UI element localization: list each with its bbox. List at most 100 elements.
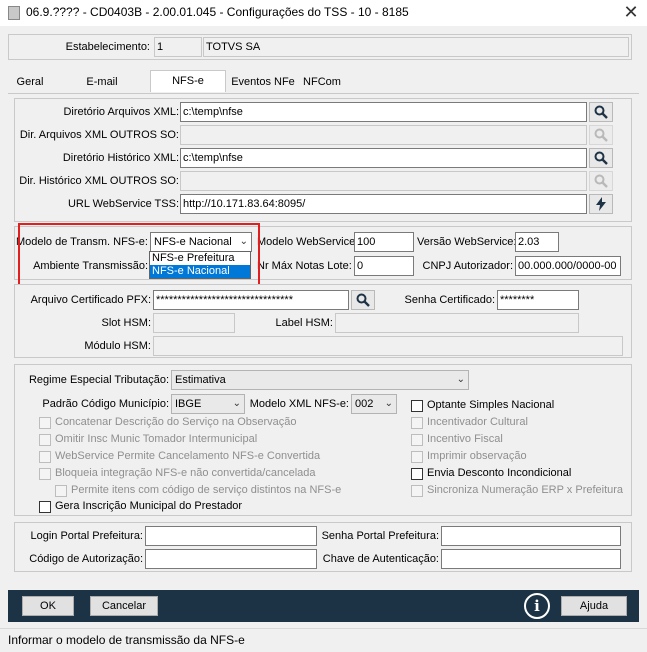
xml-model-label: Modelo XML NFS-e: bbox=[249, 398, 349, 410]
tab-eventos-nfe[interactable]: Eventos NFe bbox=[230, 72, 296, 92]
check-imprimir-obs-label: Imprimir observação bbox=[427, 450, 527, 462]
check-bloqueia bbox=[39, 468, 51, 480]
check-optante-simples[interactable] bbox=[411, 400, 423, 412]
slot-field bbox=[153, 313, 235, 333]
xml-other-label: Dir. Arquivos XML OUTROS SO: bbox=[19, 129, 179, 141]
hist-dir-field[interactable]: c:\temp\nfse bbox=[180, 148, 587, 168]
help-button[interactable]: Ajuda bbox=[561, 596, 627, 616]
check-imprimir-obs bbox=[411, 451, 423, 463]
check-ws-cancelamento-label: WebService Permite Cancelamento NFS-e Co… bbox=[55, 450, 321, 462]
tab-geral[interactable]: Geral bbox=[14, 72, 46, 92]
regime-value: Estimativa bbox=[175, 374, 226, 386]
check-concatenar bbox=[39, 417, 51, 429]
check-sincroniza-label: Sincroniza Numeração ERP x Prefeitura bbox=[427, 484, 624, 496]
check-incentivador-label: Incentivador Cultural bbox=[427, 416, 528, 428]
tab-email[interactable]: E-mail bbox=[84, 72, 120, 92]
hist-dir-label: Diretório Histórico XML: bbox=[62, 152, 179, 164]
city-code-select[interactable]: IBGE ⌄ bbox=[171, 394, 245, 414]
city-code-value: IBGE bbox=[175, 398, 202, 410]
directories-group: Diretório Arquivos XML: c:\temp\nfse Dir… bbox=[14, 98, 632, 222]
tab-strip: Geral E-mail NFS-e Eventos NFe NFCom bbox=[8, 70, 639, 94]
ws-model-label: Modelo WebService: bbox=[257, 236, 359, 248]
tab-nfcom[interactable]: NFCom bbox=[302, 72, 342, 92]
search-icon bbox=[594, 105, 608, 119]
info-icon[interactable]: i bbox=[524, 593, 550, 619]
check-permite-itens-label: Permite itens com código de serviço dist… bbox=[71, 484, 342, 496]
password-field[interactable]: ******** bbox=[497, 290, 579, 310]
xml-other-field bbox=[180, 125, 587, 145]
check-optante-simples-label: Optante Simples Nacional bbox=[427, 399, 555, 411]
login-label: Login Portal Prefeitura: bbox=[30, 530, 143, 542]
check-bloqueia-label: Bloqueia integração NFS-e não convertida… bbox=[55, 467, 316, 479]
pfx-field[interactable]: ******************************** bbox=[153, 290, 349, 310]
ok-button[interactable]: OK bbox=[22, 596, 74, 616]
max-notes-label: Nr Máx Notas Lote: bbox=[257, 260, 352, 272]
city-code-label: Padrão Código Município: bbox=[42, 398, 169, 410]
regime-select[interactable]: Estimativa ⌄ bbox=[171, 370, 469, 390]
cnpj-field[interactable]: 00.000.000/0000-00 bbox=[515, 256, 621, 276]
xml-dir-field[interactable]: c:\temp\nfse bbox=[180, 102, 587, 122]
xml-dir-label: Diretório Arquivos XML: bbox=[63, 106, 179, 118]
check-incentivo-fiscal-label: Incentivo Fiscal bbox=[427, 433, 503, 445]
check-incentivo-fiscal bbox=[411, 434, 423, 446]
ws-model-field[interactable]: 100 bbox=[354, 232, 414, 252]
url-test-button[interactable] bbox=[589, 194, 613, 214]
certificate-group: Arquivo Certificado PFX: ***************… bbox=[14, 284, 632, 358]
password-label: Senha Certificado: bbox=[404, 294, 496, 306]
auth-key-field[interactable] bbox=[441, 549, 621, 569]
module-label: Módulo HSM: bbox=[84, 340, 151, 352]
senha-portal-field[interactable] bbox=[441, 526, 621, 546]
button-bar: OK Cancelar i Ajuda bbox=[8, 590, 639, 622]
hist-other-field bbox=[180, 171, 587, 191]
url-field[interactable]: http://10.171.83.64:8095/ bbox=[180, 194, 587, 214]
url-label: URL WebService TSS: bbox=[67, 198, 179, 210]
window-title: 06.9.???? - CD0403B - 2.00.01.045 - Conf… bbox=[26, 5, 409, 19]
cnpj-label: CNPJ Autorizador: bbox=[422, 260, 513, 272]
check-envia-desconto[interactable] bbox=[411, 468, 423, 480]
highlight-box bbox=[18, 223, 260, 286]
check-permite-itens bbox=[55, 485, 67, 497]
close-icon[interactable]: ✕ bbox=[620, 2, 642, 22]
hist-other-search-button bbox=[589, 171, 613, 191]
login-field[interactable] bbox=[145, 526, 317, 546]
lightning-icon bbox=[596, 197, 606, 211]
establishment-group: Estabelecimento: 1 TOTVS SA bbox=[8, 34, 632, 60]
label-hsm-label: Label HSM: bbox=[275, 317, 333, 329]
chevron-down-icon: ⌄ bbox=[232, 398, 241, 409]
chevron-down-icon: ⌄ bbox=[384, 398, 393, 409]
auth-code-label: Código de Autorização: bbox=[29, 553, 143, 565]
tax-group: Regime Especial Tributação: Estimativa ⌄… bbox=[14, 364, 632, 516]
slot-label: Slot HSM: bbox=[101, 317, 151, 329]
tab-nfse[interactable]: NFS-e bbox=[150, 70, 226, 92]
search-icon bbox=[594, 151, 608, 165]
establishment-code-field: 1 bbox=[154, 37, 202, 57]
senha-portal-label: Senha Portal Prefeitura: bbox=[321, 530, 439, 542]
check-sincroniza bbox=[411, 485, 423, 497]
hist-dir-search-button[interactable] bbox=[589, 148, 613, 168]
hist-other-label: Dir. Histórico XML OUTROS SO: bbox=[19, 175, 179, 187]
check-envia-desconto-label: Envia Desconto Incondicional bbox=[427, 467, 572, 479]
check-gera-inscricao[interactable] bbox=[39, 501, 51, 513]
label-hsm-field bbox=[335, 313, 579, 333]
ws-version-field[interactable]: 2.03 bbox=[515, 232, 559, 252]
pfx-search-button[interactable] bbox=[351, 290, 375, 310]
check-omitir-label: Omitir Insc Munic Tomador Intermunicipal bbox=[55, 433, 258, 445]
establishment-label: Estabelecimento: bbox=[65, 41, 150, 53]
title-bar: 06.9.???? - CD0403B - 2.00.01.045 - Conf… bbox=[0, 0, 647, 26]
chevron-down-icon: ⌄ bbox=[456, 374, 465, 385]
search-icon bbox=[356, 293, 370, 307]
auth-key-label: Chave de Autenticação: bbox=[322, 553, 439, 565]
auth-code-field[interactable] bbox=[145, 549, 317, 569]
check-incentivador bbox=[411, 417, 423, 429]
cancel-button[interactable]: Cancelar bbox=[90, 596, 158, 616]
search-icon bbox=[594, 128, 608, 142]
search-icon bbox=[594, 174, 608, 188]
check-ws-cancelamento bbox=[39, 451, 51, 463]
xml-dir-search-button[interactable] bbox=[589, 102, 613, 122]
xml-model-select[interactable]: 002 ⌄ bbox=[351, 394, 397, 414]
regime-label: Regime Especial Tributação: bbox=[28, 374, 169, 386]
status-bar: Informar o modelo de transmissão da NFS-… bbox=[0, 628, 647, 652]
pfx-label: Arquivo Certificado PFX: bbox=[30, 294, 151, 306]
max-notes-field[interactable]: 0 bbox=[354, 256, 414, 276]
check-gera-inscricao-label: Gera Inscrição Municipal do Prestador bbox=[55, 500, 243, 512]
